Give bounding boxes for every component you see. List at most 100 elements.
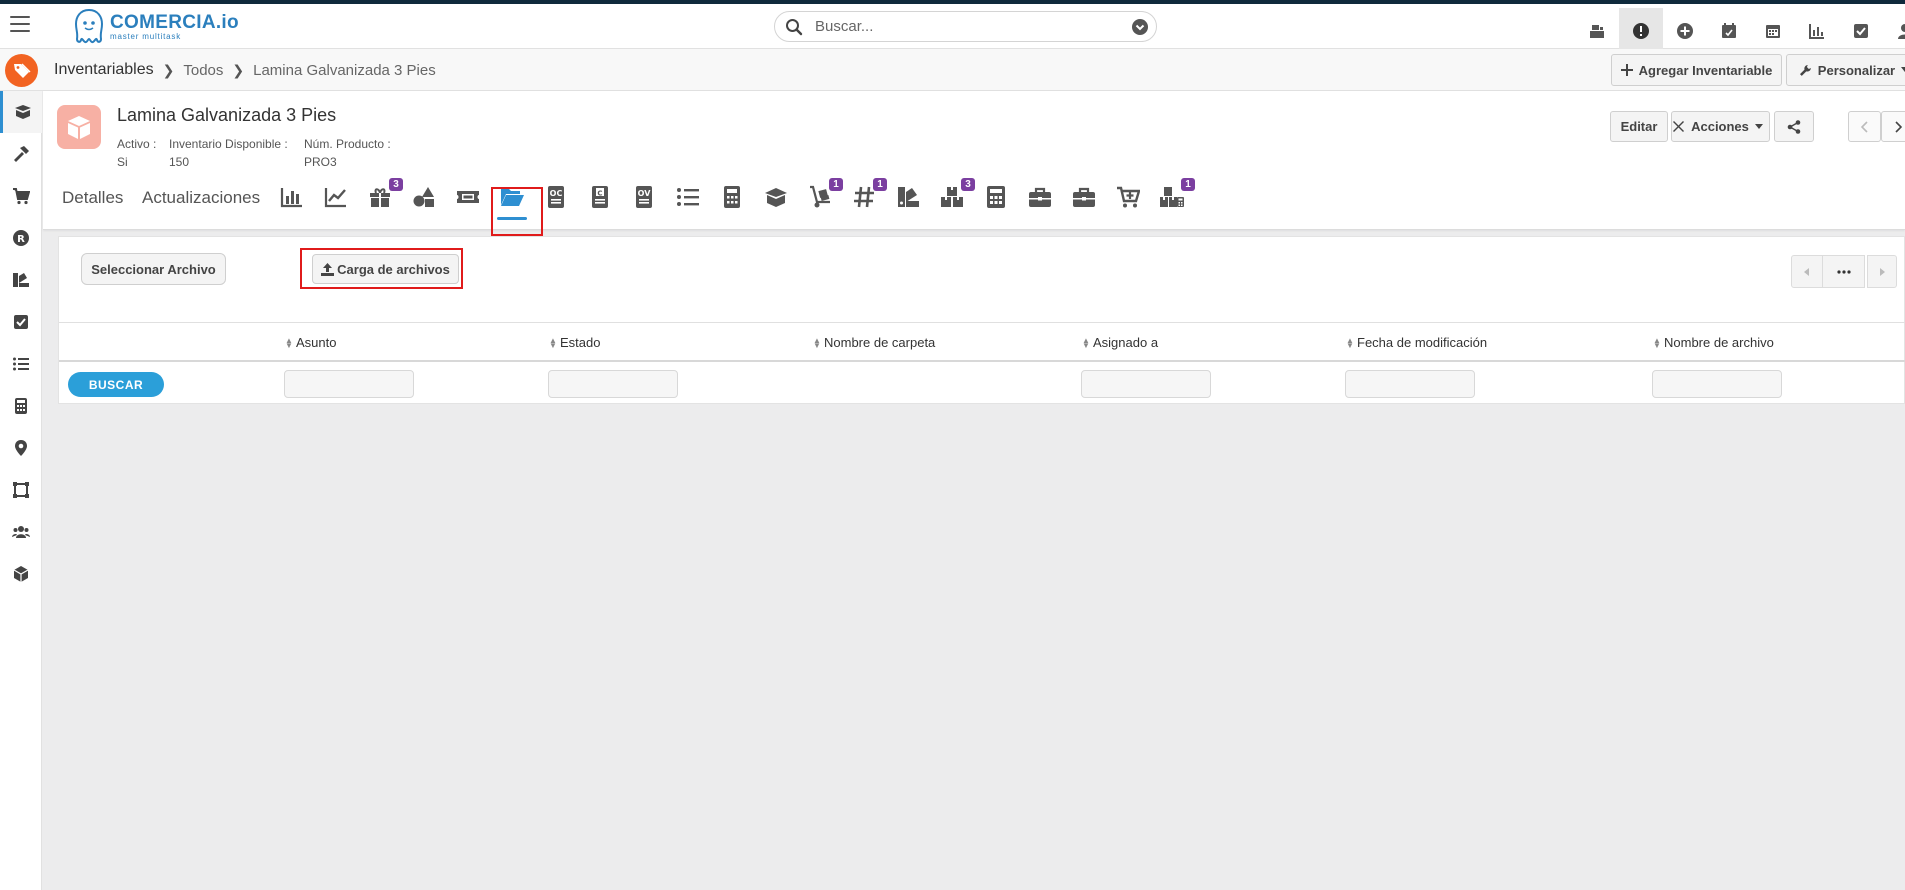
add-circle-icon[interactable] [1663, 8, 1707, 53]
bar-chart-icon[interactable] [275, 178, 309, 216]
user-icon[interactable] [1883, 8, 1905, 53]
field-label: Activo : [117, 137, 157, 151]
vector-square-icon [13, 482, 29, 498]
column-label: Nombre de carpeta [824, 335, 936, 350]
cash-register-icon[interactable] [1575, 8, 1619, 53]
column-header-estado[interactable]: ▲ ▼ Estado [549, 335, 600, 350]
breadcrumb-list[interactable]: Todos [183, 62, 223, 79]
caret-down-icon [1754, 123, 1763, 129]
customize-label: Personalizar [1817, 62, 1896, 78]
alert-icon[interactable] [1619, 8, 1663, 53]
sidebar-item-catalog[interactable] [0, 259, 42, 301]
ticket-icon[interactable] [451, 178, 485, 216]
tab-details[interactable]: Detalles [62, 188, 123, 208]
hand-truck-icon[interactable]: 1 [803, 178, 843, 216]
sidebar-item-registered[interactable]: R [0, 217, 42, 259]
svg-text:C: C [597, 189, 602, 197]
pager-more-button[interactable] [1823, 255, 1865, 288]
product-box-icon [57, 105, 101, 149]
briefcase-icon[interactable] [1067, 178, 1101, 216]
global-search [774, 11, 1157, 42]
shapes-icon[interactable] [407, 178, 441, 216]
select-file-button[interactable]: Seleccionar Archivo [81, 253, 226, 285]
chevron-left-icon [1860, 120, 1868, 133]
tab-badge: 1 [829, 178, 843, 191]
sidebar-item-location[interactable] [0, 427, 42, 469]
column-header-asignado[interactable]: ▲ ▼ Asignado a [1082, 335, 1158, 350]
tools-icon [1673, 121, 1685, 132]
caret-down-icon [1901, 67, 1905, 72]
filter-asunto-input[interactable] [284, 370, 414, 398]
sidebar-item-shapes[interactable] [0, 469, 42, 511]
sidebar-item-tools[interactable] [0, 133, 42, 175]
add-inventariable-label: Agregar Inventariable [1638, 62, 1773, 78]
users-icon [12, 526, 30, 538]
purchase-order-icon[interactable]: OC [539, 178, 573, 216]
sort-icon: ▲ ▼ [1653, 335, 1661, 350]
list-icon [13, 357, 29, 371]
app-logo[interactable]: COMERCIA.io master multitask [72, 7, 239, 47]
cart-plus-icon[interactable] [1111, 178, 1145, 216]
share-button[interactable] [1774, 111, 1814, 142]
column-header-nombre-archivo[interactable]: ▲ ▼ Nombre de archivo [1653, 335, 1774, 350]
customize-button[interactable]: Personalizar [1786, 54, 1905, 86]
checkbox-icon [14, 315, 28, 329]
sidebar-item-inventory[interactable] [0, 91, 42, 133]
registered-icon: R [13, 230, 29, 246]
filter-estado-input[interactable] [548, 370, 678, 398]
boxes-icon[interactable]: 3 [935, 178, 975, 216]
calendar-check-icon[interactable] [1707, 8, 1751, 53]
svg-text:OV: OV [638, 189, 652, 198]
box-open-icon[interactable] [759, 178, 793, 216]
sales-order-icon[interactable]: OV [627, 178, 661, 216]
search-input[interactable] [815, 18, 1115, 35]
previous-record-button[interactable] [1848, 111, 1881, 142]
calendar-icon[interactable] [1751, 8, 1795, 53]
line-chart-icon[interactable] [319, 178, 353, 216]
sort-icon: ▲ ▼ [1346, 335, 1354, 350]
hashtag-icon[interactable]: 1 [847, 178, 887, 216]
filter-nombre-archivo-input[interactable] [1652, 370, 1782, 398]
column-label: Asignado a [1093, 335, 1159, 350]
list-icon[interactable] [671, 178, 705, 216]
filter-asignado-input[interactable] [1081, 370, 1211, 398]
sidebar-item-users[interactable] [0, 511, 42, 553]
breadcrumb-module[interactable]: Inventariables [54, 61, 154, 79]
column-header-nombre-carpeta[interactable]: ▲ ▼ Nombre de carpeta [813, 335, 935, 350]
edit-button[interactable]: Editar [1610, 111, 1668, 142]
tab-updates[interactable]: Actualizaciones [142, 188, 260, 208]
search-icon[interactable] [785, 18, 803, 36]
caret-right-icon [1880, 267, 1885, 276]
menu-icon[interactable] [10, 16, 30, 34]
search-button[interactable]: BUSCAR [68, 372, 164, 397]
column-header-asunto[interactable]: ▲ ▼ Asunto [285, 335, 336, 350]
swatch-book-icon[interactable] [891, 178, 925, 216]
boxes-calculator-icon[interactable]: 1 [1155, 178, 1195, 216]
calculator-icon[interactable] [715, 178, 749, 216]
chart-icon[interactable] [1795, 8, 1839, 53]
column-label: Estado [560, 335, 601, 350]
open-box-icon [14, 105, 31, 119]
sidebar-item-cube[interactable] [0, 553, 42, 595]
sidebar-item-tasks[interactable] [0, 301, 42, 343]
add-inventariable-button[interactable]: Agregar Inventariable [1611, 54, 1782, 86]
calculator-icon[interactable] [979, 178, 1013, 216]
sidebar-item-list[interactable] [0, 343, 42, 385]
pager-next-button[interactable] [1867, 255, 1897, 288]
actions-button[interactable]: Acciones [1671, 111, 1770, 142]
tag-module-icon[interactable] [5, 54, 38, 87]
packages-icon[interactable]: 3 [363, 178, 403, 216]
next-record-button[interactable] [1881, 111, 1905, 142]
search-dropdown-icon[interactable] [1132, 19, 1148, 35]
sort-icon: ▲ ▼ [1082, 335, 1090, 350]
pager-prev-button[interactable] [1791, 255, 1823, 288]
briefcase-icon[interactable] [1023, 178, 1057, 216]
task-check-icon[interactable] [1839, 8, 1883, 53]
wrench-icon [1799, 64, 1811, 76]
filter-fecha-input[interactable] [1345, 370, 1475, 398]
sidebar-item-calculator[interactable] [0, 385, 42, 427]
column-header-fecha-modificacion[interactable]: ▲ ▼ Fecha de modificación [1346, 335, 1487, 350]
record-tabs: Detalles Actualizaciones 3 OC C OV 1 1 3… [43, 158, 1905, 230]
sidebar-item-cart[interactable] [0, 175, 42, 217]
credit-note-icon[interactable]: C [583, 178, 617, 216]
